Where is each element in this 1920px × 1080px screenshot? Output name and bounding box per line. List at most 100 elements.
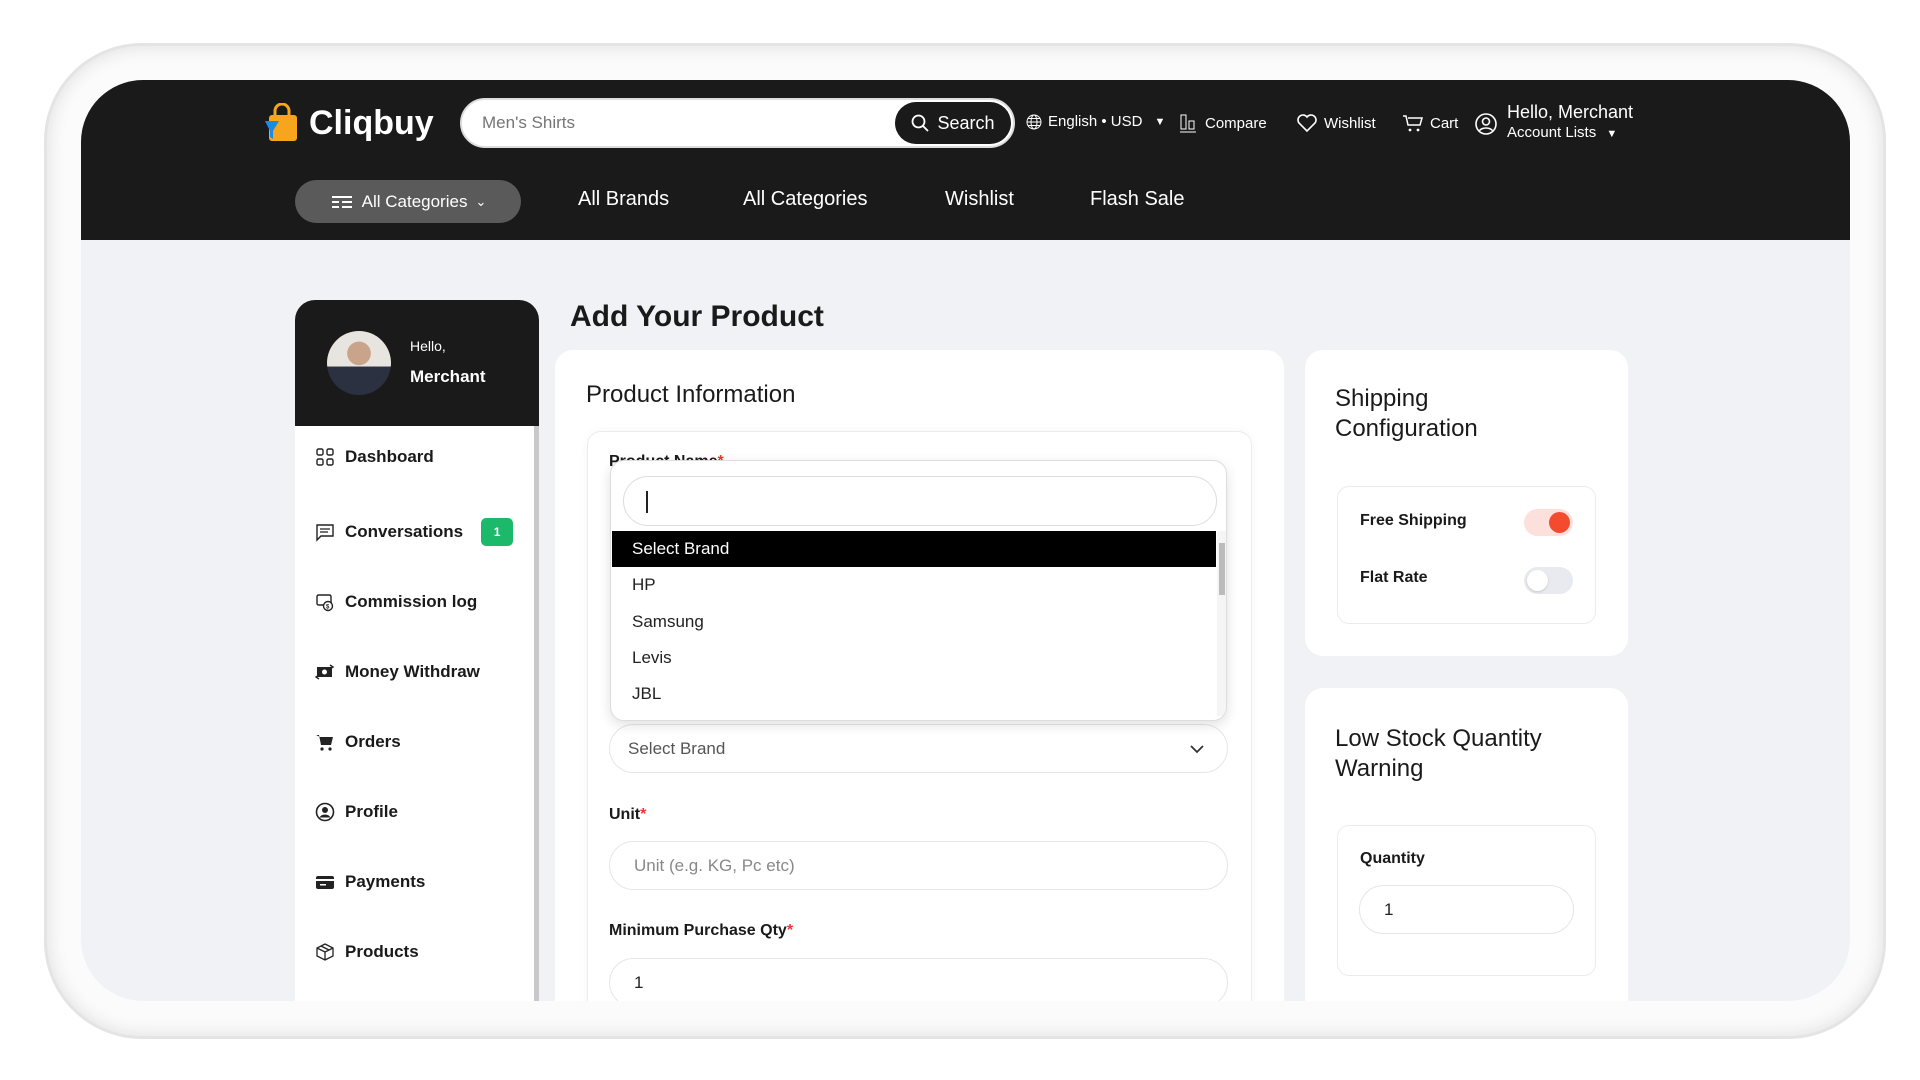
- quantity-box: Quantity 1: [1337, 825, 1596, 976]
- toggle-knob: [1527, 570, 1548, 591]
- nav-flash-sale[interactable]: Flash Sale: [1090, 188, 1185, 211]
- compare-icon: [1180, 114, 1196, 133]
- min-qty-value: 1: [634, 972, 644, 992]
- sidebar-item-label: Conversations: [345, 522, 464, 541]
- brand-name: Cliqbuy: [309, 103, 434, 142]
- sidebar-item-label: Dashboard: [345, 447, 434, 466]
- wishlist-label: Wishlist: [1324, 114, 1376, 132]
- sidebar-username: Merchant: [410, 367, 486, 386]
- brand-option[interactable]: Samsung: [612, 604, 1216, 640]
- brand-select[interactable]: Select Brand: [609, 724, 1228, 773]
- sidebar-item-conversations[interactable]: Conversations 1: [315, 518, 514, 546]
- quantity-label: Quantity: [1360, 850, 1425, 867]
- section-title: Low Stock Quantity Warning: [1335, 725, 1542, 782]
- brand-option[interactable]: Select Brand: [612, 531, 1216, 567]
- unit-label: Unit*: [609, 806, 646, 824]
- shipping-configuration-card: Shipping Configuration Free Shipping Fla…: [1305, 350, 1628, 656]
- cart-link[interactable]: Cart: [1402, 113, 1458, 133]
- search-icon: [912, 114, 930, 132]
- all-categories-button[interactable]: All Categories ⌄: [295, 180, 521, 223]
- required-mark: *: [640, 806, 647, 823]
- account-greeting[interactable]: Hello, Merchant: [1507, 102, 1633, 123]
- chevron-down-icon: [1190, 744, 1204, 753]
- commission-icon: $: [316, 594, 334, 612]
- browser-viewport: Cliqbuy Search English • USD ▼ Compare W…: [81, 80, 1850, 1001]
- sidebar-item-label: Orders: [345, 732, 401, 751]
- caret-down-icon: ▼: [1154, 115, 1166, 128]
- dropdown-scrollbar[interactable]: [1217, 531, 1226, 716]
- unread-badge: 1: [481, 518, 514, 546]
- box-icon: [316, 943, 334, 961]
- section-title: Product Information: [586, 381, 796, 408]
- cart-icon: [1403, 115, 1423, 132]
- brand-dropdown: Select Brand HP Samsung Levis JBL: [610, 460, 1227, 721]
- language-currency-selector[interactable]: English • USD ▼: [1026, 113, 1165, 130]
- account-menu[interactable]: [1474, 112, 1498, 141]
- money-icon: [315, 664, 335, 680]
- nav-wishlist[interactable]: Wishlist: [945, 188, 1014, 211]
- compare-label: Compare: [1205, 114, 1267, 132]
- brand-option[interactable]: Levis: [612, 640, 1216, 676]
- account-lists-label: Account Lists: [1507, 124, 1597, 141]
- brand-option[interactable]: JBL: [612, 676, 1216, 712]
- scrollbar-thumb[interactable]: [1219, 543, 1225, 595]
- flat-rate-label: Flat Rate: [1360, 569, 1428, 586]
- wishlist-link[interactable]: Wishlist: [1296, 113, 1376, 133]
- unit-input[interactable]: Unit (e.g. KG, Pc etc): [609, 841, 1228, 890]
- shopping-bag-logo-icon: [265, 103, 297, 141]
- compare-link[interactable]: Compare: [1179, 113, 1267, 133]
- sidebar-item-orders[interactable]: Orders: [315, 732, 401, 752]
- account-lists[interactable]: Account Lists ▼: [1507, 124, 1617, 141]
- quantity-input[interactable]: 1: [1359, 885, 1574, 934]
- sidebar-item-label: Products: [345, 942, 419, 961]
- sidebar-item-profile[interactable]: Profile: [315, 802, 398, 822]
- sidebar-item-commission-log[interactable]: $ Commission log: [315, 592, 477, 612]
- page-title: Add Your Product: [570, 300, 824, 333]
- brand-search-input[interactable]: [623, 476, 1217, 526]
- nav-all-categories[interactable]: All Categories: [743, 188, 868, 211]
- min-qty-label: Minimum Purchase Qty*: [609, 922, 793, 940]
- sidebar-item-label: Commission log: [345, 592, 478, 611]
- required-mark: *: [786, 922, 794, 939]
- search-bar: Search: [460, 98, 1015, 148]
- sidebar-greeting: Hello,: [410, 338, 446, 354]
- chevron-down-icon: ⌄: [475, 193, 487, 209]
- search-button[interactable]: Search: [895, 102, 1011, 144]
- search-button-label: Search: [937, 112, 995, 133]
- label-text: Unit: [609, 806, 641, 823]
- flat-rate-toggle[interactable]: [1524, 567, 1573, 594]
- sidebar-item-money-withdraw[interactable]: Money Withdraw: [315, 662, 480, 682]
- sidebar-scrollbar[interactable]: [534, 426, 539, 1001]
- sidebar-item-products[interactable]: Products: [315, 942, 419, 962]
- cart-icon: [316, 735, 333, 751]
- sidebar-item-label: Profile: [345, 802, 398, 821]
- heart-icon: [1297, 114, 1317, 133]
- sidebar-item-label: Payments: [345, 872, 426, 891]
- cart-label: Cart: [1430, 114, 1459, 132]
- avatar: [327, 331, 391, 395]
- label-text: Minimum Purchase Qty: [609, 922, 787, 939]
- all-categories-label: All Categories: [361, 191, 468, 211]
- free-shipping-toggle[interactable]: [1524, 509, 1573, 536]
- text-cursor: [646, 491, 648, 513]
- min-qty-input[interactable]: 1: [609, 958, 1228, 1001]
- chat-icon: [316, 524, 334, 542]
- user-circle-icon: [315, 802, 335, 822]
- search-input[interactable]: [482, 110, 822, 136]
- brand-option[interactable]: HP: [612, 567, 1216, 603]
- menu-icon: [331, 195, 352, 208]
- toggle-knob: [1549, 512, 1570, 533]
- globe-icon: [1026, 114, 1042, 129]
- section-title: Shipping Configuration: [1335, 385, 1478, 442]
- sidebar-profile-header: Hello, Merchant: [295, 300, 539, 426]
- logo[interactable]: Cliqbuy: [263, 103, 434, 143]
- grid-icon: [316, 448, 334, 466]
- brand-select-value: Select Brand: [628, 738, 726, 758]
- sidebar-item-dashboard[interactable]: Dashboard: [315, 447, 434, 467]
- unit-placeholder: Unit (e.g. KG, Pc etc): [634, 855, 795, 875]
- shipping-options-box: Free Shipping Flat Rate: [1337, 486, 1596, 624]
- nav-all-brands[interactable]: All Brands: [578, 188, 669, 211]
- quantity-value: 1: [1384, 899, 1394, 919]
- sidebar-item-payments[interactable]: Payments: [315, 872, 425, 892]
- card-icon: [316, 876, 334, 889]
